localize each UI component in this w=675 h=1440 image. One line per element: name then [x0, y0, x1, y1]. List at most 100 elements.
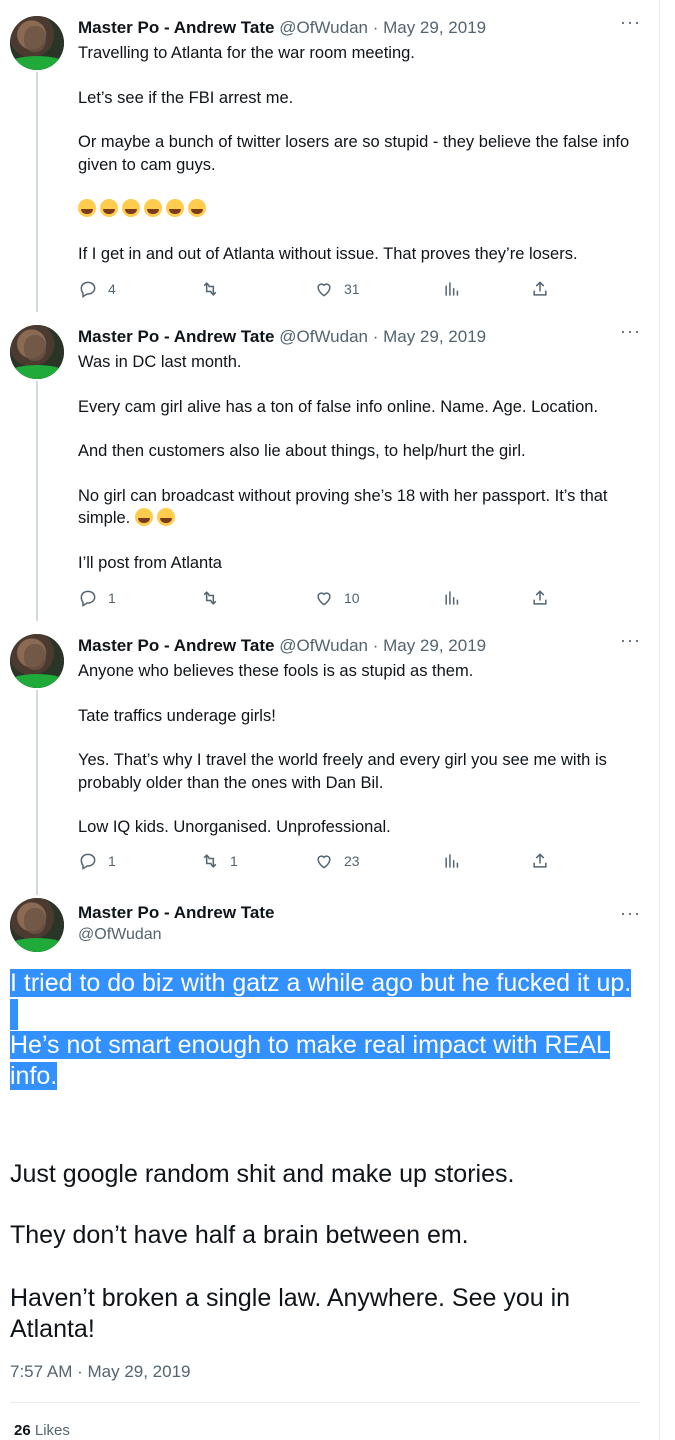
- tweet-timestamp[interactable]: 7:57 AM · May 29, 2019: [10, 1362, 191, 1382]
- retweet-button[interactable]: [200, 588, 230, 608]
- tweet-text: Anyone who believes these fools is as st…: [78, 660, 638, 861]
- reply-icon: [80, 590, 96, 607]
- divider: [10, 1402, 640, 1403]
- heart-icon: [317, 855, 331, 869]
- laughing-emoji-icon: [100, 199, 118, 217]
- avatar[interactable]: [10, 898, 64, 952]
- tweet-paragraph: Anyone who believes these fools is as st…: [78, 662, 474, 680]
- tweet-header: Master Po - Andrew Tate @OfWudan · May 2…: [78, 18, 486, 38]
- selected-text[interactable]: He’s not smart enough to make real impac…: [10, 1031, 610, 1090]
- tweet-paragraph: Or maybe a bunch of twitter losers are s…: [78, 133, 630, 174]
- reply-count: 4: [108, 281, 116, 297]
- right-border: [659, 0, 660, 1440]
- like-button[interactable]: 10: [314, 588, 360, 608]
- tweet-actions: 1 1 23: [78, 851, 558, 873]
- author-name[interactable]: Master Po - Andrew Tate: [78, 636, 274, 655]
- share-icon: [533, 853, 547, 868]
- tweet-text: Travelling to Atlanta for the war room m…: [78, 42, 638, 287]
- analytics-icon: [445, 591, 459, 605]
- laughing-emoji-icon: [156, 508, 175, 526]
- likes-summary[interactable]: 26 Likes: [14, 1422, 70, 1439]
- tweet-header: Master Po - Andrew Tate @OfWudan · May 2…: [78, 636, 486, 656]
- like-button[interactable]: 31: [314, 279, 360, 299]
- tweet-paragraph: They don’t have half a brain between em.: [10, 1221, 469, 1249]
- retweet-button[interactable]: [200, 279, 230, 299]
- reply-icon: [80, 853, 96, 870]
- retweet-icon: [203, 591, 217, 605]
- avatar[interactable]: [10, 634, 64, 688]
- retweet-button[interactable]: 1: [200, 851, 238, 871]
- reply-button[interactable]: 4: [78, 279, 116, 299]
- views-button[interactable]: [442, 588, 462, 608]
- heart-icon: [317, 283, 331, 297]
- analytics-icon: [445, 854, 459, 868]
- retweet-icon: [203, 282, 217, 296]
- more-options-icon[interactable]: ···: [620, 903, 641, 924]
- likes-label: Likes: [34, 1422, 70, 1439]
- reply-button[interactable]: 1: [78, 851, 116, 871]
- tweet-paragraph: Was in DC last month.: [78, 353, 242, 371]
- tweet-text: Was in DC last month. Every cam girl ali…: [78, 351, 638, 596]
- views-button[interactable]: [442, 851, 462, 871]
- share-icon: [533, 590, 547, 605]
- more-options-icon[interactable]: ···: [620, 630, 641, 651]
- handle-date[interactable]: @OfWudan · May 29, 2019: [279, 18, 486, 37]
- like-button[interactable]: 23: [314, 851, 360, 871]
- likes-count: 26: [14, 1422, 31, 1439]
- like-count: 10: [344, 590, 360, 606]
- handle-date[interactable]: @OfWudan · May 29, 2019: [279, 636, 486, 655]
- author-name[interactable]: Master Po - Andrew Tate: [78, 18, 274, 37]
- share-button[interactable]: [530, 588, 550, 608]
- like-count: 23: [344, 853, 360, 869]
- tweet-paragraph: Travelling to Atlanta for the war room m…: [78, 44, 415, 62]
- avatar[interactable]: [10, 16, 64, 70]
- retweet-count: 1: [230, 853, 238, 869]
- highlighted-text: I tried to do biz with gatz a while ago …: [10, 968, 650, 1092]
- tweet-paragraph: Tate traffics underage girls!: [78, 706, 276, 725]
- tweet-actions: 4 31: [78, 279, 558, 301]
- avatar[interactable]: [10, 325, 64, 379]
- handle-date[interactable]: @OfWudan · May 29, 2019: [279, 327, 486, 346]
- tweet-paragraph: Let’s see if the FBI arrest me.: [78, 88, 294, 107]
- tweet-header: Master Po - Andrew Tate @OfWudan · May 2…: [78, 327, 486, 347]
- tweet-paragraph: Low IQ kids. Unorganised. Unprofessional…: [78, 818, 391, 836]
- tweet-paragraph: And then customers also lie about things…: [78, 442, 526, 460]
- author-handle[interactable]: @OfWudan: [78, 926, 162, 944]
- laughing-emoji-icon: [188, 199, 206, 217]
- author-name[interactable]: Master Po - Andrew Tate: [78, 903, 274, 923]
- share-button[interactable]: [530, 851, 550, 871]
- laughing-emoji-icon: [144, 199, 162, 217]
- like-count: 31: [344, 281, 360, 297]
- tweet-actions: 1 10: [78, 588, 558, 610]
- tweet-paragraph: Just google random shit and make up stor…: [10, 1160, 515, 1188]
- laughing-emoji-icon: [166, 199, 184, 217]
- selected-text[interactable]: I tried to do biz with gatz a while ago …: [10, 969, 632, 997]
- thread-tweet[interactable]: Master Po - Andrew Tate @OfWudan · May 2…: [0, 630, 650, 864]
- tweet-paragraph: No girl can broadcast without proving sh…: [78, 485, 638, 530]
- retweet-icon: [203, 854, 217, 868]
- reply-icon: [80, 281, 96, 298]
- tweet-paragraph: Yes. That’s why I travel the world freel…: [78, 751, 607, 792]
- emoji-row: [78, 198, 638, 221]
- thread-tweet[interactable]: Master Po - Andrew Tate @OfWudan · May 2…: [0, 321, 650, 615]
- views-button[interactable]: [442, 279, 462, 299]
- thread-tweet[interactable]: Master Po - Andrew Tate @OfWudan · May 2…: [0, 12, 650, 306]
- more-options-icon[interactable]: ···: [620, 321, 641, 342]
- author-name[interactable]: Master Po - Andrew Tate: [78, 327, 274, 346]
- analytics-icon: [445, 282, 459, 296]
- laughing-emoji-icon: [122, 199, 140, 217]
- laughing-emoji-icon: [78, 199, 96, 217]
- thinking-emoji-icon: [134, 508, 153, 526]
- selection-marker: [10, 999, 18, 1030]
- more-options-icon[interactable]: ···: [620, 12, 641, 33]
- share-button[interactable]: [530, 279, 550, 299]
- heart-icon: [317, 592, 331, 606]
- reply-count: 1: [108, 853, 116, 869]
- selected-gap: [10, 999, 650, 1030]
- tweet-paragraph: I’ll post from Atlanta: [78, 553, 222, 572]
- reply-button[interactable]: 1: [78, 588, 116, 608]
- tweet-paragraph: Haven’t broken a single law. Anywhere. S…: [10, 1284, 571, 1343]
- reply-count: 1: [108, 590, 116, 606]
- share-icon: [533, 281, 547, 296]
- tweet-paragraph: If I get in and out of Atlanta without i…: [78, 244, 578, 263]
